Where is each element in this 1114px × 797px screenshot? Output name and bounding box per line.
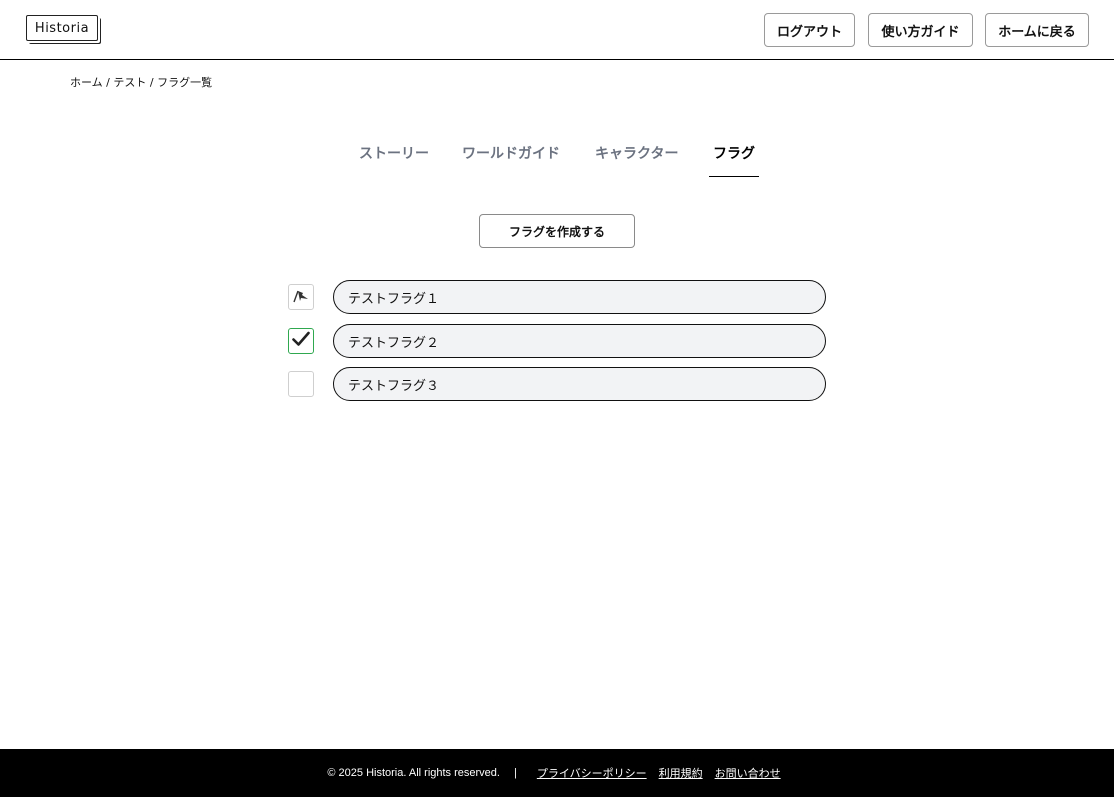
historia-logo[interactable]: Historia: [26, 15, 98, 41]
copyright-text: © 2025 Historia. All rights reserved.: [327, 767, 500, 779]
tab-flag[interactable]: フラグ: [713, 143, 755, 163]
guide-button[interactable]: 使い方ガイド: [868, 13, 973, 47]
flag-row: テストフラグ１: [288, 280, 826, 314]
flag-row: テストフラグ３: [288, 367, 826, 401]
tab-story[interactable]: ストーリー: [359, 143, 429, 163]
create-flag-button[interactable]: フラグを作成する: [479, 214, 635, 248]
contact-link[interactable]: お問い合わせ: [715, 765, 781, 781]
flag-name-field[interactable]: テストフラグ１: [333, 280, 826, 314]
flag-name-field[interactable]: テストフラグ２: [333, 324, 826, 358]
flag-icon: [292, 288, 310, 307]
flag-state-toggle[interactable]: [288, 328, 314, 354]
logo-text: Historia: [34, 20, 90, 36]
logout-button[interactable]: ログアウト: [764, 13, 855, 47]
footer-separator: |: [513, 767, 517, 779]
flag-row: テストフラグ２: [288, 324, 826, 358]
tab-character[interactable]: キャラクター: [595, 143, 678, 163]
flag-state-toggle[interactable]: [288, 371, 314, 397]
tab-world-guide[interactable]: ワールドガイド: [462, 143, 560, 163]
site-header: Historia ログアウト 使い方ガイド ホームに戻る: [0, 0, 1114, 60]
active-tab-indicator: [709, 176, 759, 177]
check-icon: [292, 331, 310, 351]
breadcrumb[interactable]: ホーム / テスト / フラグ一覧: [70, 74, 212, 90]
flag-name-field[interactable]: テストフラグ３: [333, 367, 826, 401]
site-footer: © 2025 Historia. All rights reserved. | …: [0, 749, 1114, 797]
flag-state-toggle[interactable]: [288, 284, 314, 310]
privacy-policy-link[interactable]: プライバシーポリシー: [537, 765, 647, 781]
terms-link[interactable]: 利用規約: [659, 765, 703, 781]
tab-bar: ストーリー ワールドガイド キャラクター フラグ: [0, 143, 1114, 179]
home-button[interactable]: ホームに戻る: [985, 13, 1089, 47]
